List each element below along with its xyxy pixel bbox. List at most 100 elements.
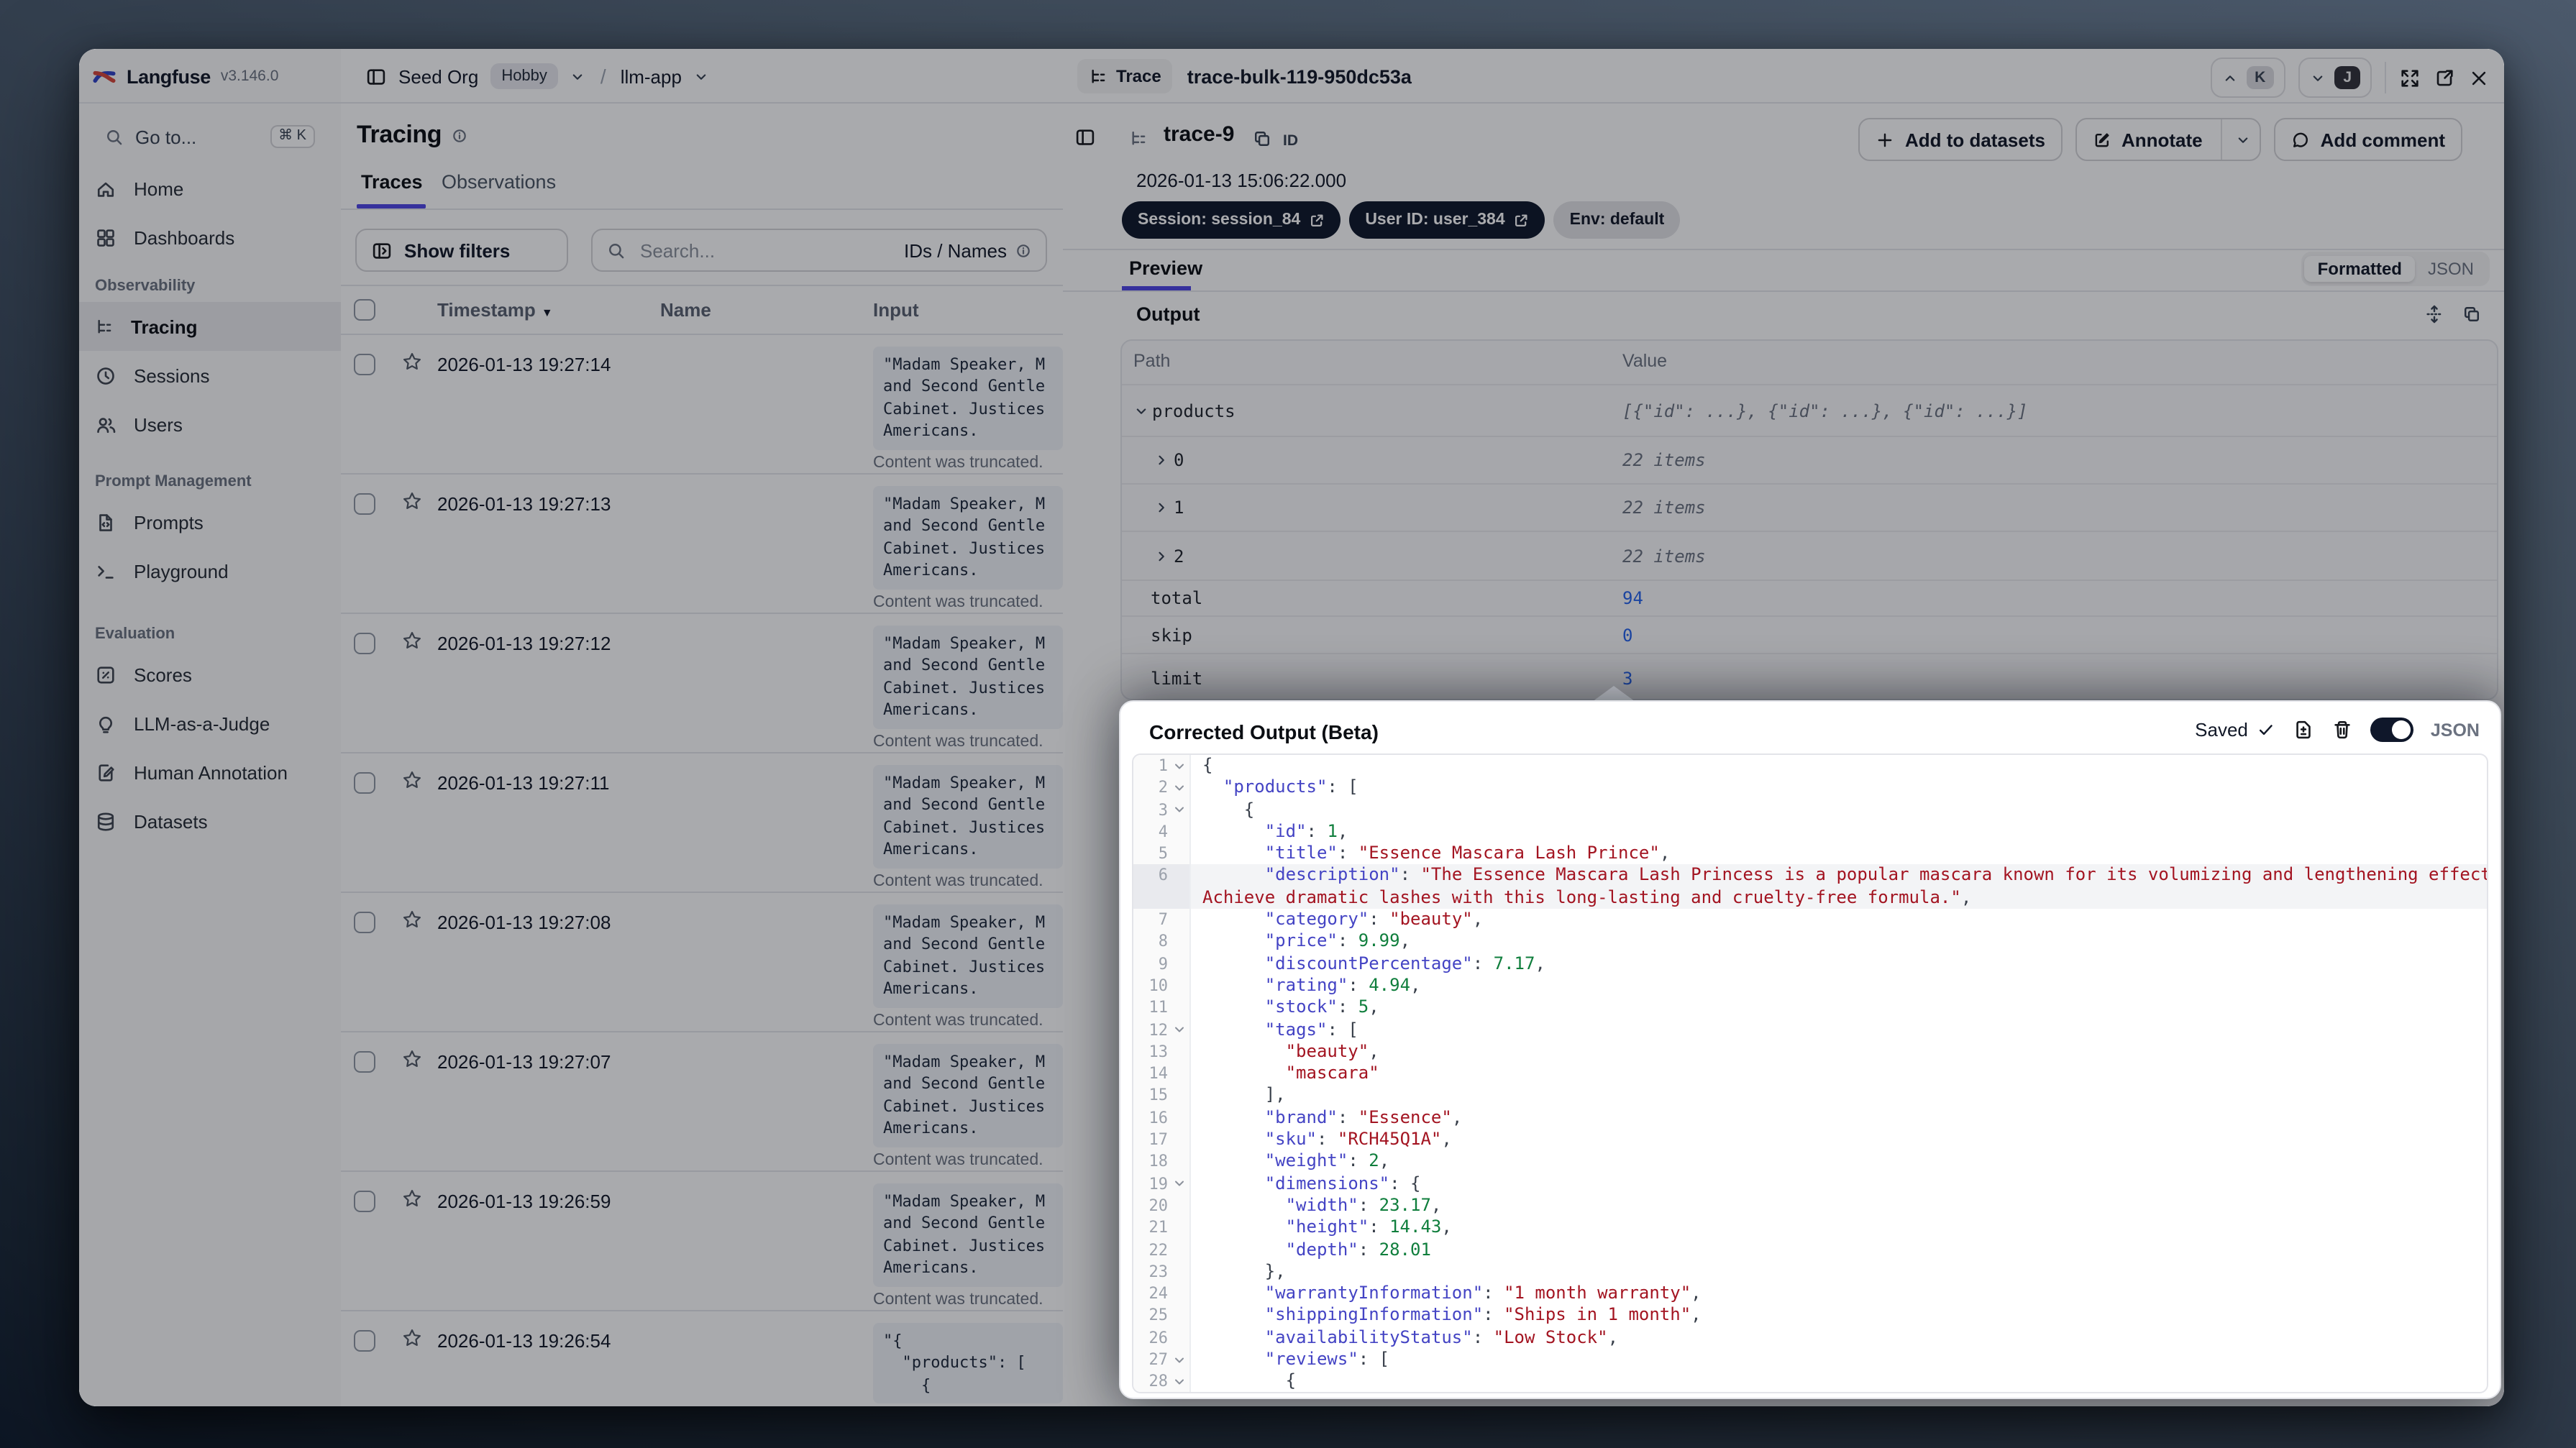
line-number: 25 [1148,1306,1169,1325]
line-number: 23 [1148,1262,1169,1281]
json-view-toggle[interactable] [2370,718,2413,742]
editor-gutter: 13 [1133,1040,1191,1063]
editor-line[interactable]: 10 "rating": 4.94, [1133,974,2487,997]
editor-line[interactable]: 3 { [1133,799,2487,821]
editor-gutter: 7 [1133,909,1191,931]
fold-chevron-icon [1168,1239,1189,1261]
code-text: "reviews": [ [1264,1349,1390,1370]
editor-line[interactable]: 14 "mascara" [1133,1063,2487,1085]
fold-chevron-icon [1168,865,1189,887]
editor-line[interactable]: 4 "id": 1, [1133,820,2487,843]
editor-line[interactable]: 2 "products": [ [1133,776,2487,799]
editor-gutter: 19 [1133,1173,1191,1195]
editor-gutter: 24 [1133,1283,1191,1305]
fold-chevron-icon [1168,997,1189,1019]
fold-chevron-icon [1168,1107,1189,1129]
editor-line[interactable]: 8 "price": 9.99, [1133,930,2487,953]
editor-gutter: 6 [1133,864,1191,887]
json-code-editor[interactable]: 1{2 "products": [3 {4 "id": 1, 5 "title":… [1132,753,2488,1393]
editor-line[interactable]: 13 "beauty", [1133,1040,2487,1063]
editor-gutter: 11 [1133,996,1191,1019]
editor-gutter: 22 [1133,1239,1191,1261]
fold-chevron-icon[interactable] [1168,777,1189,799]
editor-gutter: 9 [1133,953,1191,975]
editor-line[interactable]: 27 "reviews": [ [1133,1349,2487,1371]
line-number: 2 [1158,778,1168,797]
editor-line[interactable]: 9 "discountPercentage": 7.17, [1133,953,2487,975]
fold-chevron-icon[interactable] [1168,1173,1189,1195]
editor-line[interactable]: 21 "height": 14.43, [1133,1216,2487,1239]
editor-line[interactable]: 25 "shippingInformation": "Ships in 1 mo… [1133,1304,2487,1327]
editor-gutter: 23 [1133,1260,1191,1283]
line-number [1133,887,1168,909]
editor-line[interactable]: 26 "availabilityStatus": "Low Stock", [1133,1326,2487,1350]
code-text: "weight": 2, [1264,1150,1390,1171]
editor-line[interactable]: Achieve dramatic lashes with this long-l… [1133,886,2487,909]
editor-line[interactable]: 16 "brand": "Essence", [1133,1106,2487,1129]
fold-chevron-icon [1168,931,1189,953]
line-number: 7 [1158,910,1168,930]
delete-icon[interactable] [2331,719,2353,741]
editor-line[interactable]: 19 "dimensions": { [1133,1173,2487,1195]
code-text: "brand": "Essence", [1264,1106,1463,1127]
editor-line[interactable]: 24 "warrantyInformation": "1 month warra… [1133,1283,2487,1305]
editor-line[interactable]: 11 "stock": 5, [1133,996,2487,1019]
editor-gutter: 1 [1133,755,1191,777]
code-text: "rating": 4.94, [1264,974,1421,995]
fold-chevron-icon[interactable] [1168,1371,1189,1392]
editor-line[interactable]: 5 "title": "Essence Mascara Lash Prince"… [1133,843,2487,865]
editor-line[interactable]: 18 "weight": 2, [1133,1150,2487,1173]
editor-gutter: 25 [1133,1304,1191,1327]
editor-line[interactable]: 22 "depth": 28.01 [1133,1239,2487,1261]
fold-chevron-icon [1168,843,1189,865]
panel-resize-handle[interactable] [1592,686,1635,702]
editor-gutter: 26 [1133,1326,1191,1350]
line-number: 9 [1158,954,1168,973]
code-text: "beauty", [1285,1040,1379,1061]
code-text: "description": "The Essence Mascara Lash… [1264,864,2488,885]
line-number: 8 [1158,932,1168,951]
editor-line[interactable]: 17 "sku": "RCH45Q1A", [1133,1129,2487,1151]
toggle-knob [2391,720,2411,739]
editor-gutter: 27 [1133,1349,1191,1371]
line-number: 4 [1158,822,1168,841]
save-status-label: Saved [2195,719,2248,741]
editor-line[interactable]: 7 "category": "beauty", [1133,909,2487,931]
line-number: 3 [1158,800,1168,820]
editor-gutter: 12 [1133,1019,1191,1041]
code-text: "discountPercentage": 7.17, [1264,953,1545,973]
editor-gutter: 28 [1133,1370,1191,1392]
editor-gutter: 17 [1133,1129,1191,1151]
fold-chevron-icon[interactable] [1168,1349,1189,1371]
editor-line[interactable]: 20 "width": 23.17, [1133,1194,2487,1217]
editor-gutter: 2 [1133,776,1191,799]
fold-chevron-icon [1168,909,1189,931]
line-number: 13 [1148,1042,1169,1061]
code-text: { [1202,1370,1297,1391]
editor-line[interactable]: 1{ [1133,755,2487,777]
desktop-backdrop: Langfuse v3.146.0 Go to... ⌘ K Home Dashb… [0,0,2576,1448]
fold-chevron-icon[interactable] [1168,799,1189,821]
editor-line[interactable]: 12 "tags": [ [1133,1019,2487,1041]
fold-chevron-icon [1168,1195,1189,1217]
editor-line[interactable]: 23 }, [1133,1260,2487,1283]
editor-line[interactable]: 6 "description": "The Essence Mascara La… [1133,864,2488,887]
line-number: 14 [1148,1064,1169,1083]
editor-line[interactable]: 15 ], [1133,1084,2487,1107]
line-number: 5 [1158,844,1168,863]
fold-chevron-icon [1168,953,1189,975]
fold-chevron-icon[interactable] [1168,1019,1189,1041]
line-number: 24 [1148,1284,1169,1303]
fold-chevron-icon [1168,887,1189,909]
editor-gutter: 5 [1133,843,1191,865]
fold-chevron-icon [1168,1129,1189,1151]
line-number: 16 [1148,1108,1169,1127]
code-text: "id": 1, [1264,820,1348,841]
fold-chevron-icon[interactable] [1168,755,1189,777]
diff-file-icon[interactable] [2293,719,2314,741]
fold-chevron-icon [1168,1326,1189,1349]
editor-line[interactable]: 28 { [1133,1370,2487,1392]
code-text: ], [1202,1084,1286,1105]
editor-gutter: 21 [1133,1216,1191,1239]
line-number: 20 [1148,1196,1169,1215]
